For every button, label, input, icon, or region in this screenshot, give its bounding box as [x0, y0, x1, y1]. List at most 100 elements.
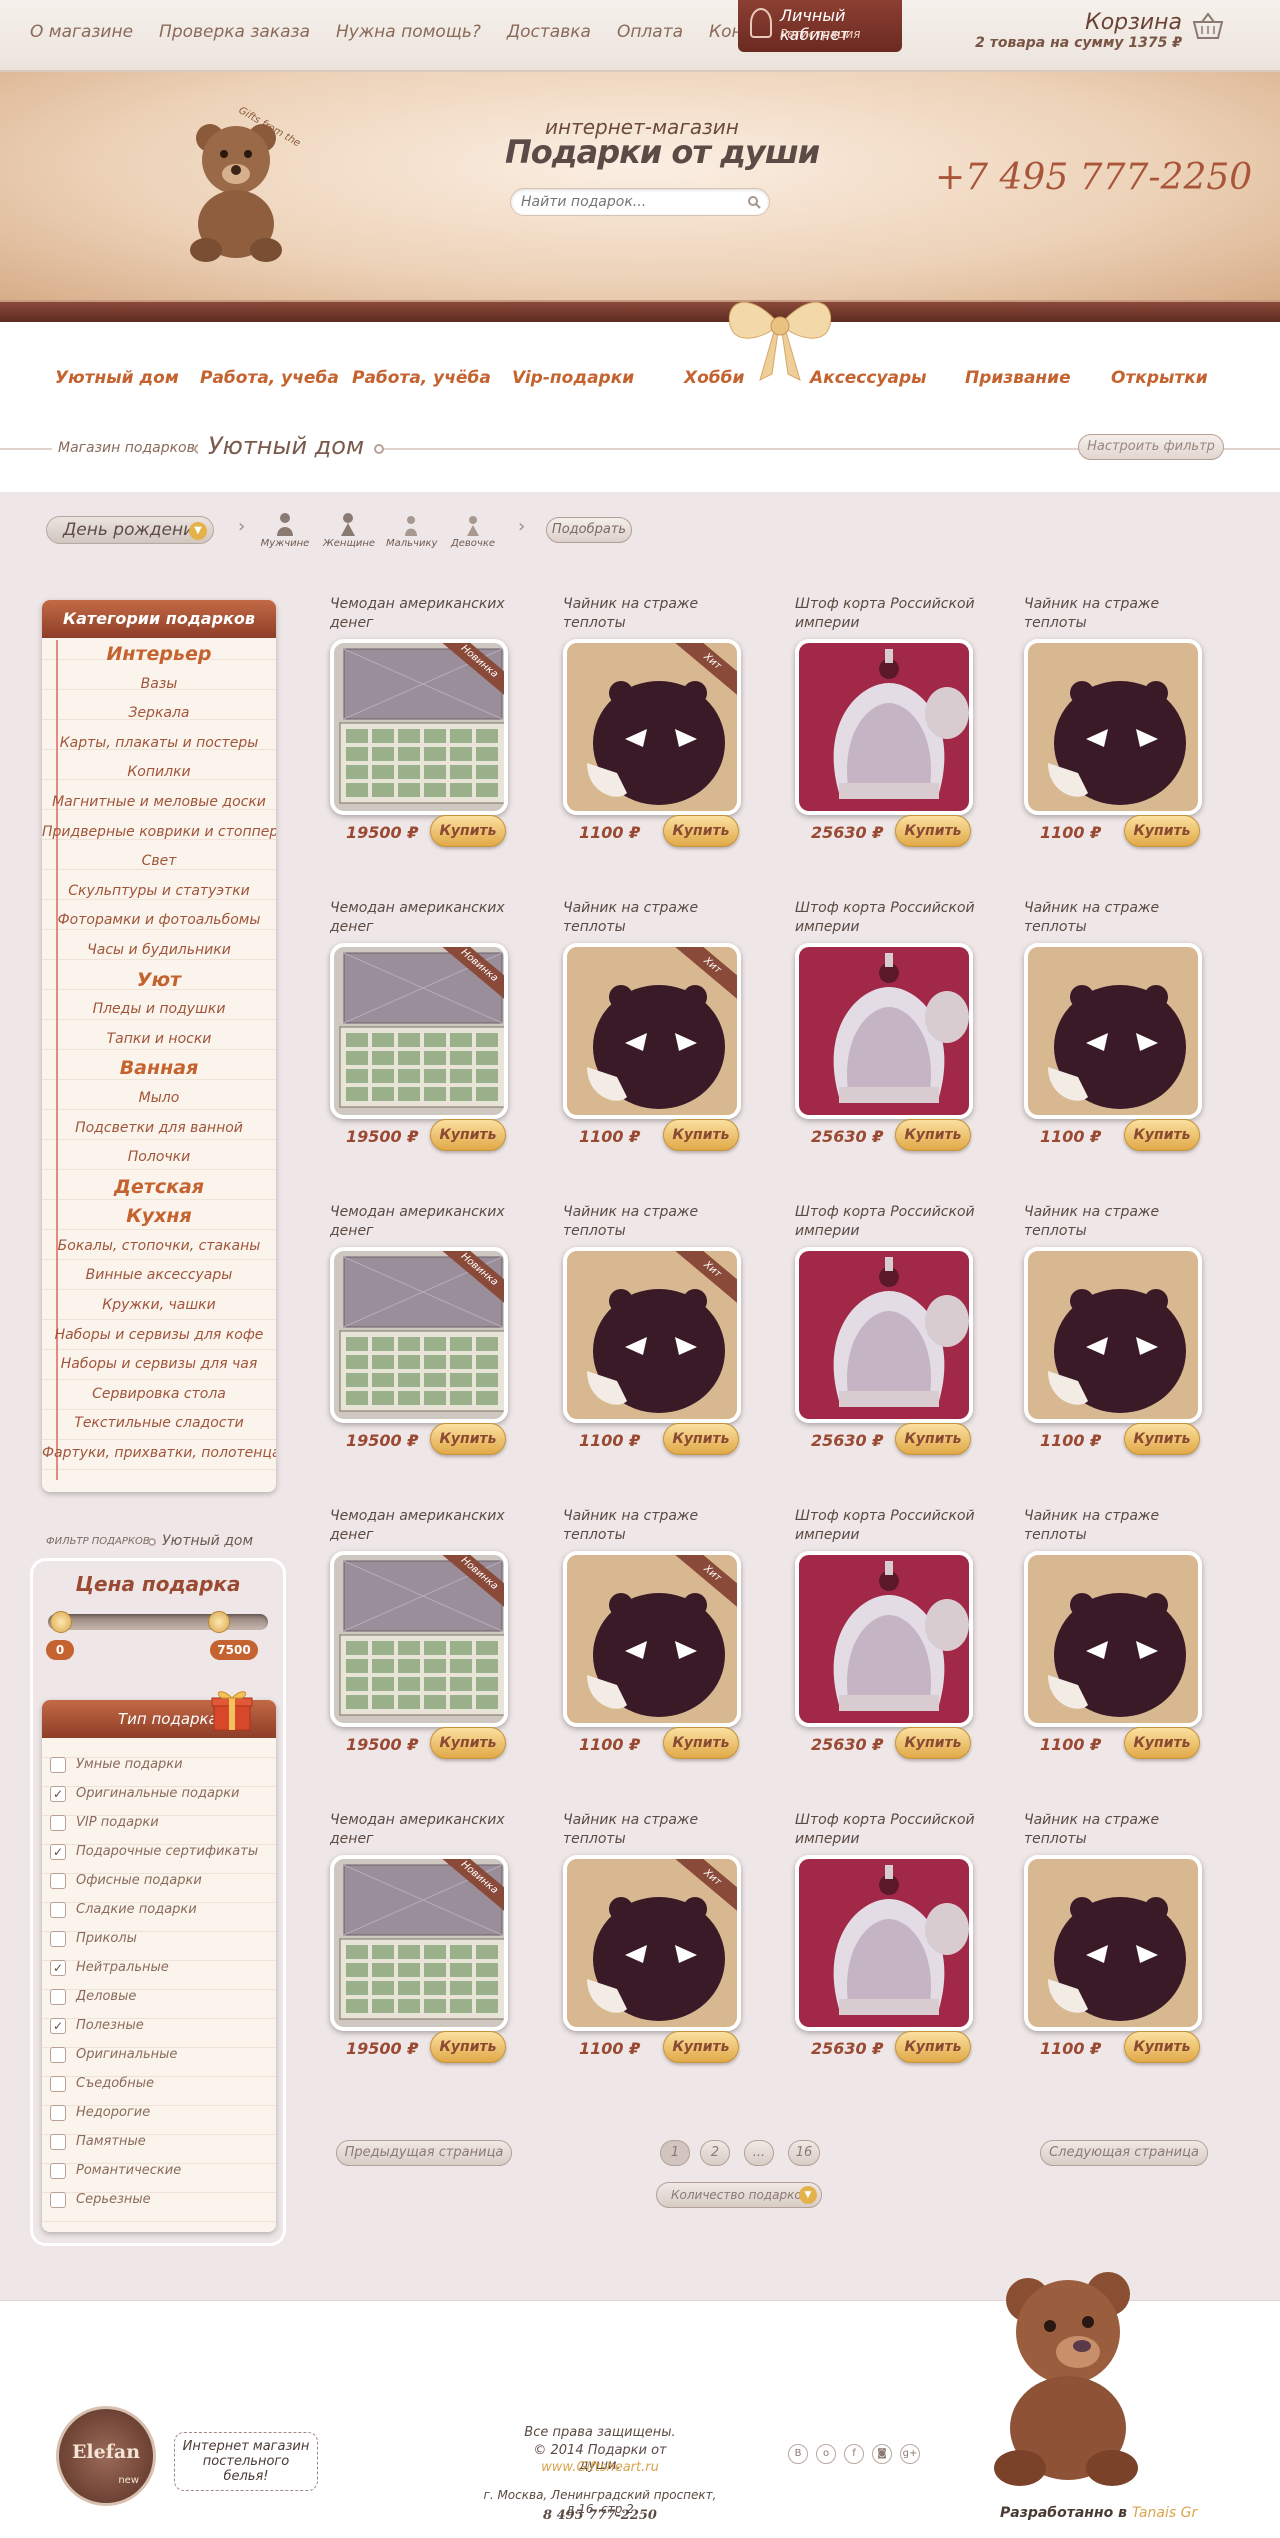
product-name[interactable]: Чайник на страже теплоты: [563, 595, 763, 635]
category-link[interactable]: Тапки и носки: [42, 1025, 276, 1055]
product-card[interactable]: Чайник на страже теплоты Хит 1100 ₽ Купить: [563, 1203, 763, 1455]
gift-type-option[interactable]: Оригинальные: [50, 2040, 270, 2069]
category-link[interactable]: Наборы и сервизы для кофе: [42, 1321, 276, 1351]
buy-button[interactable]: Купить: [895, 1423, 971, 1455]
checkbox[interactable]: [50, 2046, 66, 2063]
buy-button[interactable]: Купить: [895, 2031, 971, 2063]
buy-button[interactable]: Купить: [430, 2031, 506, 2063]
checkbox[interactable]: [50, 1756, 66, 1773]
product-card[interactable]: Чайник на страже теплоты Хит 1100 ₽ Купить: [563, 1811, 763, 2063]
checkbox[interactable]: [50, 2104, 66, 2121]
buy-button[interactable]: Купить: [663, 1727, 739, 1759]
gift-type-option[interactable]: Памятные: [50, 2127, 270, 2156]
checkbox[interactable]: [50, 2191, 66, 2208]
buy-button[interactable]: Купить: [430, 1727, 506, 1759]
product-name[interactable]: Чайник на страже теплоты: [1024, 1203, 1224, 1243]
product-image[interactable]: [795, 1551, 973, 1727]
product-name[interactable]: Чайник на страже теплоты: [1024, 595, 1224, 635]
category-link[interactable]: Часы и будильники: [42, 936, 276, 966]
checkbox[interactable]: [50, 1814, 66, 1831]
product-image[interactable]: [1024, 1551, 1202, 1727]
product-image[interactable]: [1024, 943, 1202, 1119]
category-link[interactable]: Скульптуры и статуэтки: [42, 877, 276, 907]
category-link[interactable]: Магнитные и меловые доски: [42, 788, 276, 818]
category-link[interactable]: Копилки: [42, 758, 276, 788]
checkbox[interactable]: ✓: [50, 1959, 66, 1976]
category-group-heading[interactable]: Кухня: [42, 1202, 276, 1232]
product-name[interactable]: Штоф корта Российской империи: [795, 595, 995, 635]
product-name[interactable]: Чайник на страже теплоты: [563, 1507, 763, 1547]
developer-link[interactable]: Tanais Gr: [1132, 2505, 1197, 2521]
product-card[interactable]: Чайник на страже теплоты Хит 1100 ₽ Купить: [563, 899, 763, 1151]
product-card[interactable]: Штоф корта Российской империи 25630 ₽ Купи…: [795, 595, 995, 847]
top-nav-about[interactable]: О магазине: [30, 22, 133, 42]
product-name[interactable]: Чайник на страже теплоты: [563, 899, 763, 939]
odnoklassniki-icon[interactable]: о: [816, 2444, 836, 2464]
buy-button[interactable]: Купить: [1124, 1727, 1200, 1759]
instagram-icon[interactable]: ◙: [872, 2444, 892, 2464]
category-cards[interactable]: Открытки: [1111, 368, 1208, 388]
teddy-bear-logo[interactable]: Gifts from the heart: [170, 98, 300, 268]
search-input[interactable]: [521, 189, 741, 215]
product-image[interactable]: Хит: [563, 1247, 741, 1423]
product-image[interactable]: [1024, 1855, 1202, 2031]
product-image[interactable]: Хит: [563, 639, 741, 815]
recipient-girl[interactable]: Девочке: [448, 512, 498, 549]
product-name[interactable]: Чемодан американских денег: [330, 1811, 530, 1851]
breadcrumb-root[interactable]: Магазин подарков: [52, 440, 201, 456]
checkbox[interactable]: [50, 1930, 66, 1947]
items-count-select[interactable]: Количество подарков ▼: [656, 2182, 822, 2208]
gift-type-option[interactable]: Серьезные: [50, 2185, 270, 2214]
top-nav-help[interactable]: Нужна помощь?: [336, 22, 481, 42]
buy-button[interactable]: Купить: [895, 1119, 971, 1151]
product-image[interactable]: Новинка: [330, 1551, 508, 1727]
product-image[interactable]: [795, 639, 973, 815]
partner-text[interactable]: Интернет магазин постельного белья!: [174, 2432, 318, 2491]
category-work-study-2[interactable]: Работа, учёба: [352, 368, 491, 388]
category-link[interactable]: Мыло: [42, 1084, 276, 1114]
product-image[interactable]: Новинка: [330, 639, 508, 815]
basket-icon[interactable]: [1192, 12, 1224, 42]
category-link[interactable]: Текстильные сладости: [42, 1409, 276, 1439]
checkbox[interactable]: [50, 1872, 66, 1889]
product-name[interactable]: Чайник на страже теплоты: [1024, 899, 1224, 939]
category-link[interactable]: Карты, плакаты и постеры: [42, 729, 276, 759]
category-cozy-home[interactable]: Уютный дом: [55, 368, 179, 388]
category-link[interactable]: Вазы: [42, 670, 276, 700]
product-name[interactable]: Штоф корта Российской империи: [795, 1507, 995, 1547]
product-image[interactable]: [1024, 639, 1202, 815]
category-link[interactable]: Придверные коврики и стопперы: [42, 818, 276, 848]
buy-button[interactable]: Купить: [895, 1727, 971, 1759]
product-image[interactable]: Новинка: [330, 1247, 508, 1423]
category-link[interactable]: Фартуки, прихватки, полотенца: [42, 1439, 276, 1469]
page-1[interactable]: 1: [660, 2140, 690, 2166]
category-link[interactable]: Полочки: [42, 1143, 276, 1173]
category-link[interactable]: Наборы и сервизы для чая: [42, 1350, 276, 1380]
search-icon[interactable]: [747, 195, 761, 209]
buy-button[interactable]: Купить: [895, 815, 971, 847]
category-calling[interactable]: Призвание: [965, 368, 1071, 388]
category-work-study[interactable]: Работа, учеба: [200, 368, 339, 388]
category-link[interactable]: Подсветки для ванной: [42, 1114, 276, 1144]
pick-button[interactable]: Подобрать: [546, 517, 632, 543]
category-group-heading[interactable]: Уют: [42, 966, 276, 996]
product-name[interactable]: Чемодан американских денег: [330, 1507, 530, 1547]
gift-type-option[interactable]: VIP подарки: [50, 1808, 270, 1837]
checkbox[interactable]: ✓: [50, 2017, 66, 2034]
product-card[interactable]: Чайник на страже теплоты 1100 ₽ Купить: [1024, 899, 1224, 1151]
product-image[interactable]: [795, 1247, 973, 1423]
prev-page-button[interactable]: Предыдущая страница: [336, 2140, 512, 2166]
product-card[interactable]: Чайник на страже теплоты 1100 ₽ Купить: [1024, 1811, 1224, 2063]
buy-button[interactable]: Купить: [663, 1119, 739, 1151]
gift-type-option[interactable]: Умные подарки: [50, 1750, 270, 1779]
category-link[interactable]: Бокалы, стопочки, стаканы: [42, 1232, 276, 1262]
price-slider-max-handle[interactable]: [208, 1611, 230, 1633]
page-2[interactable]: 2: [700, 2140, 730, 2166]
product-name[interactable]: Чайник на страже теплоты: [1024, 1507, 1224, 1547]
category-group-heading[interactable]: Ванная: [42, 1054, 276, 1084]
product-name[interactable]: Штоф корта Российской империи: [795, 899, 995, 939]
category-link[interactable]: Винные аксессуары: [42, 1261, 276, 1291]
buy-button[interactable]: Купить: [1124, 2031, 1200, 2063]
product-card[interactable]: Чемодан американских денег Новинка 19500 ₽…: [330, 1203, 530, 1455]
recipient-woman[interactable]: Женщине: [323, 512, 375, 549]
